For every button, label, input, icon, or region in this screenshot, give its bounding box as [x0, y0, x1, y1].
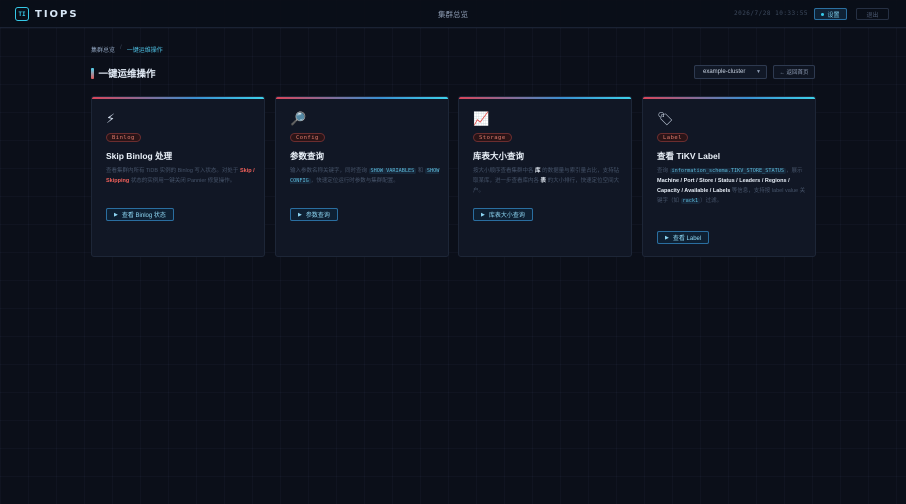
button-label: 查看 Binlog 状态	[121, 213, 166, 219]
inline-code: information_schema.TIKV_STORE_STATUS	[669, 168, 786, 174]
card-tikv-label: 🏷 Label 查看 TiKV Label 查询 information_sch…	[642, 96, 816, 257]
label-tag-icon: 🏷	[657, 111, 674, 126]
clock-timestamp: 2026/7/28 10:33:55	[733, 10, 808, 17]
chevron-down-icon: ▼	[756, 69, 761, 75]
desc-text: 按大小顺序查看集群中各	[473, 168, 536, 174]
card-title: 库表大小查询	[473, 151, 525, 161]
view-binlog-status-button[interactable]: ▶ 查看 Binlog 状态	[106, 208, 174, 221]
view-label-button[interactable]: ▶ 查看 Label	[657, 231, 710, 244]
card-title: 查看 TiKV Label	[657, 151, 721, 161]
page-title: 一键运维操作	[98, 69, 156, 80]
card-accent-bar	[643, 97, 815, 99]
card-description: 按大小顺序查看集群中各 库 的数据量与索引量占比，支持钻取某库，进一步查看库内各…	[473, 166, 623, 196]
breadcrumb-current: 一键运维操作	[126, 48, 163, 54]
card-description: 查看集群内所有 TiDB 实例的 Binlog 写入状态。对处于 Skip / …	[106, 166, 256, 186]
desc-text: ，展示	[785, 168, 803, 174]
chart-icon: 📈	[473, 111, 490, 126]
card-tag: Label	[657, 133, 689, 142]
cluster-select[interactable]: example-cluster ▼	[694, 65, 767, 79]
inline-code: rack1	[680, 198, 701, 204]
button-label: 库表大小查询	[488, 213, 525, 219]
logout-button[interactable]: 退出	[856, 8, 889, 20]
card-accent-bar	[459, 97, 631, 99]
breadcrumb-home-link[interactable]: 集群总览	[91, 45, 115, 54]
top-bar: TI TIOPS 集群总览 2026/7/28 10:33:55 设置 退出	[0, 0, 906, 28]
desc-text: 和	[416, 168, 425, 174]
card-table-size: 📈 Storage 库表大小查询 按大小顺序查看集群中各 库 的数据量与索引量占…	[458, 96, 632, 257]
card-description: 输入参数名称关键字，同时查询 SHOW VARIABLES 和 SHOW CON…	[290, 166, 440, 186]
magnifier-icon: 🔎	[290, 111, 307, 126]
desc-text: 输入参数名称关键字，同时查询	[290, 168, 369, 174]
title-accent-bar	[91, 67, 94, 79]
desc-text: 查询	[657, 168, 670, 174]
card-skip-binlog: ⚡ Binlog Skip Binlog 处理 查看集群内所有 TiDB 实例的…	[91, 96, 265, 257]
play-icon: ▶	[481, 211, 485, 218]
logout-label: 退出	[866, 12, 879, 19]
button-label: 查看 Label	[672, 236, 702, 242]
desc-text: ）过滤。	[700, 198, 723, 204]
inline-code: SHOW VARIABLES	[368, 168, 417, 174]
card-tag: Config	[290, 133, 325, 142]
back-home-button[interactable]: ← 返回首页	[773, 65, 815, 79]
breadcrumb: 集群总览 / 一键运维操作	[91, 45, 163, 54]
desc-text: ，快速定位运行时参数与集群配置。	[310, 178, 399, 184]
status-dot-icon	[821, 12, 825, 16]
cluster-select-value: example-cluster	[703, 69, 746, 75]
desc-text: 状态的实例用一键关闭 Pannier 修复操作。	[129, 178, 236, 184]
play-icon: ▶	[665, 234, 669, 241]
desc-text: 查看集群内所有 TiDB 实例的 Binlog 写入状态。对处于	[106, 168, 240, 174]
card-title: 参数查询	[290, 151, 325, 161]
breadcrumb-separator: /	[120, 45, 122, 51]
card-accent-bar	[276, 97, 448, 99]
card-accent-bar	[92, 97, 264, 99]
card-param-query: 🔎 Config 参数查询 输入参数名称关键字，同时查询 SHOW VARIAB…	[275, 96, 449, 257]
card-tag: Storage	[473, 133, 512, 142]
play-icon: ▶	[114, 211, 118, 218]
button-label: 参数查询	[305, 213, 330, 219]
play-icon: ▶	[298, 211, 302, 218]
table-size-query-button[interactable]: ▶ 库表大小查询	[473, 208, 533, 221]
card-title: Skip Binlog 处理	[106, 151, 173, 161]
settings-button[interactable]: 设置	[814, 8, 847, 20]
settings-label: 设置	[827, 12, 840, 19]
page-title-wrap: 一键运维操作	[91, 66, 156, 80]
card-tag: Binlog	[106, 133, 141, 142]
card-description: 查询 information_schema.TIKV_STORE_STATUS，…	[657, 166, 807, 206]
lightning-icon: ⚡	[106, 111, 116, 126]
param-query-button[interactable]: ▶ 参数查询	[290, 208, 338, 221]
